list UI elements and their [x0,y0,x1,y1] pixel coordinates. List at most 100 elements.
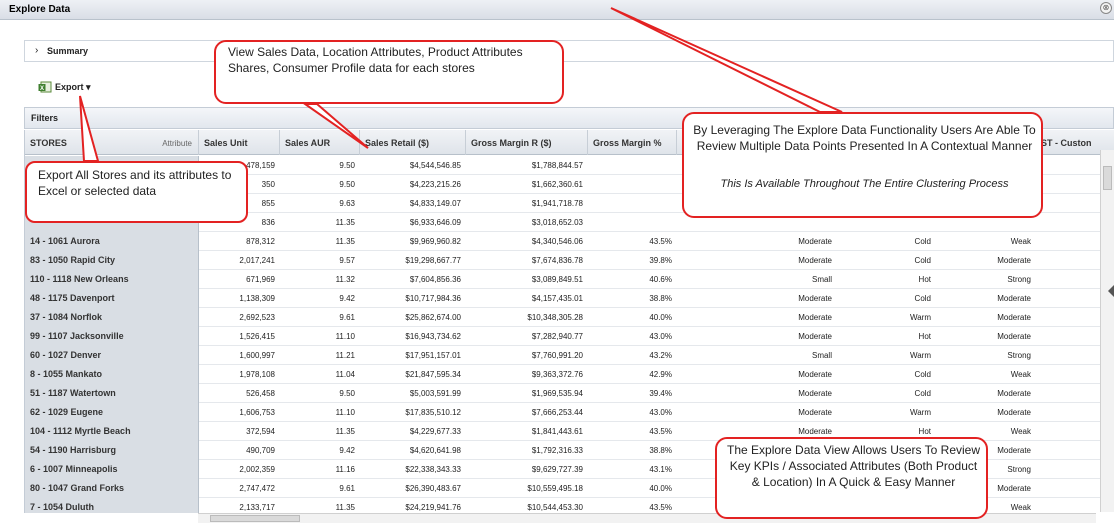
export-label[interactable]: Export ▾ [55,82,91,93]
table-cell: 43.0% [649,332,672,341]
table-cell: $9,363,372.76 [531,370,583,379]
table-cell: $7,760,991.20 [531,351,583,360]
store-name-cell: 54 - 1190 Harrisburg [25,441,199,460]
table-cell: 9.42 [339,446,355,455]
table-cell: 11.35 [335,503,355,512]
table-cell [588,194,677,213]
table-cell: 11.32 [335,275,355,284]
table-cell: $16,943,734.62 [405,332,461,341]
close-icon[interactable]: ⊗ [1100,2,1112,14]
store-name-cell: 37 - 1084 Norflok [25,308,199,327]
table-cell: $7,282,940.77 [531,332,583,341]
table-cell: 43.1% [649,465,672,474]
table-cell: Moderate [798,237,832,246]
table-cell: Weak [1010,237,1031,246]
table-cell: $3,018,652.03 [531,218,583,227]
table-cell: Cold [914,256,931,265]
table-cell: $9,629,727.39 [531,465,583,474]
column-header-gross-margin-pct[interactable]: Gross Margin % [588,130,677,155]
store-name-cell: 14 - 1061 Aurora [25,232,199,251]
table-cell: $21,847,595.34 [405,370,461,379]
table-cell: 42.9% [649,370,672,379]
table-cell: Cold [914,237,931,246]
column-header-sales-retail[interactable]: Sales Retail ($) [360,130,466,155]
store-name-cell: 6 - 1007 Minneapolis [25,460,199,479]
table-cell: $22,338,343.33 [405,465,461,474]
table-cell: Moderate [997,389,1031,398]
table-cell: Small [811,351,832,360]
table-cell: $1,788,844.57 [531,161,583,170]
table-cell: $1,792,316.33 [531,446,583,455]
table-cell: 11.10 [335,332,355,341]
table-cell: Moderate [798,294,832,303]
table-row[interactable]: 14 - 1061 Aurora 878,312 11.35 $9,969,960.8… [25,232,1114,251]
store-name-cell: 80 - 1047 Grand Forks [25,479,199,498]
chevron-right-icon[interactable]: › [35,45,38,56]
table-row[interactable]: 37 - 1084 Norflok 2,692,523 9.61 $25,862,67… [25,308,1114,327]
table-cell [588,156,677,175]
table-cell: Strong [1007,275,1031,284]
table-cell [588,213,677,232]
table-row[interactable]: 51 - 1187 Watertown 526,458 9.50 $5,003,591… [25,384,1114,403]
table-cell: 43.5% [649,503,672,512]
summary-label[interactable]: Summary [47,46,88,56]
store-name-cell: 8 - 1055 Mankato [25,365,199,384]
store-name-cell: 51 - 1187 Watertown [25,384,199,403]
column-header-stores[interactable]: STORES Attribute [25,130,199,155]
table-row[interactable]: 83 - 1050 Rapid City 2,017,241 9.57 $19,298… [25,251,1114,270]
column-header-sales-unit[interactable]: Sales Unit [199,130,280,155]
table-cell: $4,340,546.06 [531,237,583,246]
table-cell: 9.50 [339,389,355,398]
table-cell: $17,835,510.12 [405,408,461,417]
table-row[interactable]: 60 - 1027 Denver 1,600,997 11.21 $17,951,15… [25,346,1114,365]
table-row[interactable]: 110 - 1118 New Orleans 671,969 11.32 $7,604… [25,270,1114,289]
table-cell: 38.8% [649,294,672,303]
summary-section[interactable]: › Summary [24,40,1114,62]
table-cell: $10,348,305.28 [527,313,583,322]
column-header-sales-aur[interactable]: Sales AUR [280,130,360,155]
table-cell [588,175,677,194]
callout-export: Export All Stores and its attributes to … [25,161,248,223]
table-cell: Warm [909,408,931,417]
table-cell: Hot [918,275,931,284]
table-row[interactable]: 62 - 1029 Eugene 1,606,753 11.10 $17,835,51… [25,403,1114,422]
filters-label[interactable]: Filters [31,113,58,123]
column-header-gross-margin-r[interactable]: Gross Margin R ($) [466,130,588,155]
table-row[interactable]: 48 - 1175 Davenport 1,138,309 9.42 $10,717,… [25,289,1114,308]
store-name-cell: 62 - 1029 Eugene [25,403,199,422]
callout-leverage-text: By Leveraging The Explore Data Functiona… [693,123,1036,153]
table-cell: 372,594 [246,427,275,436]
scroll-thumb[interactable] [1103,166,1112,190]
table-cell: 40.6% [649,275,672,284]
table-cell: 878,312 [246,237,275,246]
table-row[interactable]: 8 - 1055 Mankato 1,978,108 11.04 $21,847,59… [25,365,1114,384]
table-cell: 9.50 [339,161,355,170]
table-cell: 2,692,523 [239,313,275,322]
table-cell: $10,544,453.30 [527,503,583,512]
table-cell: $25,862,674.00 [405,313,461,322]
svg-text:X: X [40,86,44,92]
table-cell: Moderate [997,408,1031,417]
table-cell: Cold [914,370,931,379]
table-cell: Moderate [798,256,832,265]
table-cell: Moderate [997,294,1031,303]
table-cell: $5,003,591.99 [409,389,461,398]
table-cell: $10,717,984.36 [405,294,461,303]
table-cell: Strong [1007,351,1031,360]
table-cell: 9.63 [339,199,355,208]
callout-leverage: By Leveraging The Explore Data Functiona… [682,112,1043,218]
table-cell: $7,604,856.36 [409,275,461,284]
table-cell: 671,969 [246,275,275,284]
table-cell: Moderate [798,408,832,417]
vertical-scrollbar[interactable] [1100,150,1114,512]
table-cell: 1,526,415 [239,332,275,341]
scroll-thumb[interactable] [210,515,300,522]
table-cell: Moderate [997,313,1031,322]
table-cell: 526,458 [246,389,275,398]
table-cell: Moderate [997,256,1031,265]
store-name-cell: 110 - 1118 New Orleans [25,270,199,289]
table-cell: $24,219,941.76 [405,503,461,512]
table-row[interactable]: 99 - 1107 Jacksonville 1,526,415 11.10 $16,… [25,327,1114,346]
table-cell: $1,941,718.78 [531,199,583,208]
table-cell: $1,969,535.94 [531,389,583,398]
